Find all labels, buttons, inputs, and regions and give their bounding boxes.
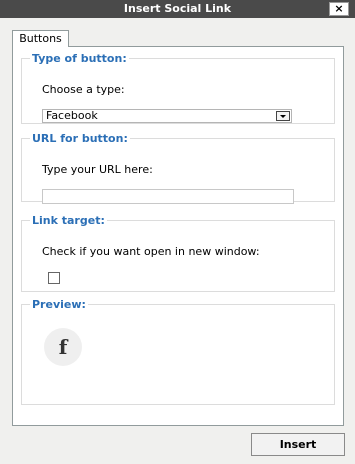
url-for-button-group: URL for button: Type your URL here: xyxy=(21,132,335,204)
button-type-selected: Facebook xyxy=(46,109,98,122)
preview-group: Preview: f xyxy=(21,298,335,405)
url-label: Type your URL here: xyxy=(42,163,153,176)
dialog-titlebar: Insert Social Link × xyxy=(0,0,355,18)
type-of-button-group: Type of button: Choose a type: Facebook xyxy=(21,52,335,124)
url-input[interactable] xyxy=(42,189,294,204)
new-window-label: Check if you want open in new window: xyxy=(42,245,260,258)
button-type-select[interactable]: Facebook xyxy=(42,109,292,123)
close-icon: × xyxy=(334,2,344,15)
dialog-title: Insert Social Link xyxy=(123,2,232,15)
new-window-checkbox[interactable] xyxy=(48,272,60,284)
tab-panel: Type of button: Choose a type: Facebook … xyxy=(12,46,344,426)
link-target-group: Link target: Check if you want open in n… xyxy=(21,214,335,292)
choose-type-label: Choose a type: xyxy=(42,83,125,96)
url-for-button-legend: URL for button: xyxy=(32,132,128,145)
insert-button[interactable]: Insert xyxy=(251,433,345,456)
link-target-legend: Link target: xyxy=(32,214,105,227)
preview-legend: Preview: xyxy=(32,298,86,311)
dropdown-arrow-icon[interactable] xyxy=(276,111,290,121)
close-button[interactable]: × xyxy=(329,2,349,16)
tab-buttons[interactable]: Buttons xyxy=(12,30,69,47)
facebook-icon: f xyxy=(44,328,82,366)
type-of-button-legend: Type of button: xyxy=(32,52,127,65)
